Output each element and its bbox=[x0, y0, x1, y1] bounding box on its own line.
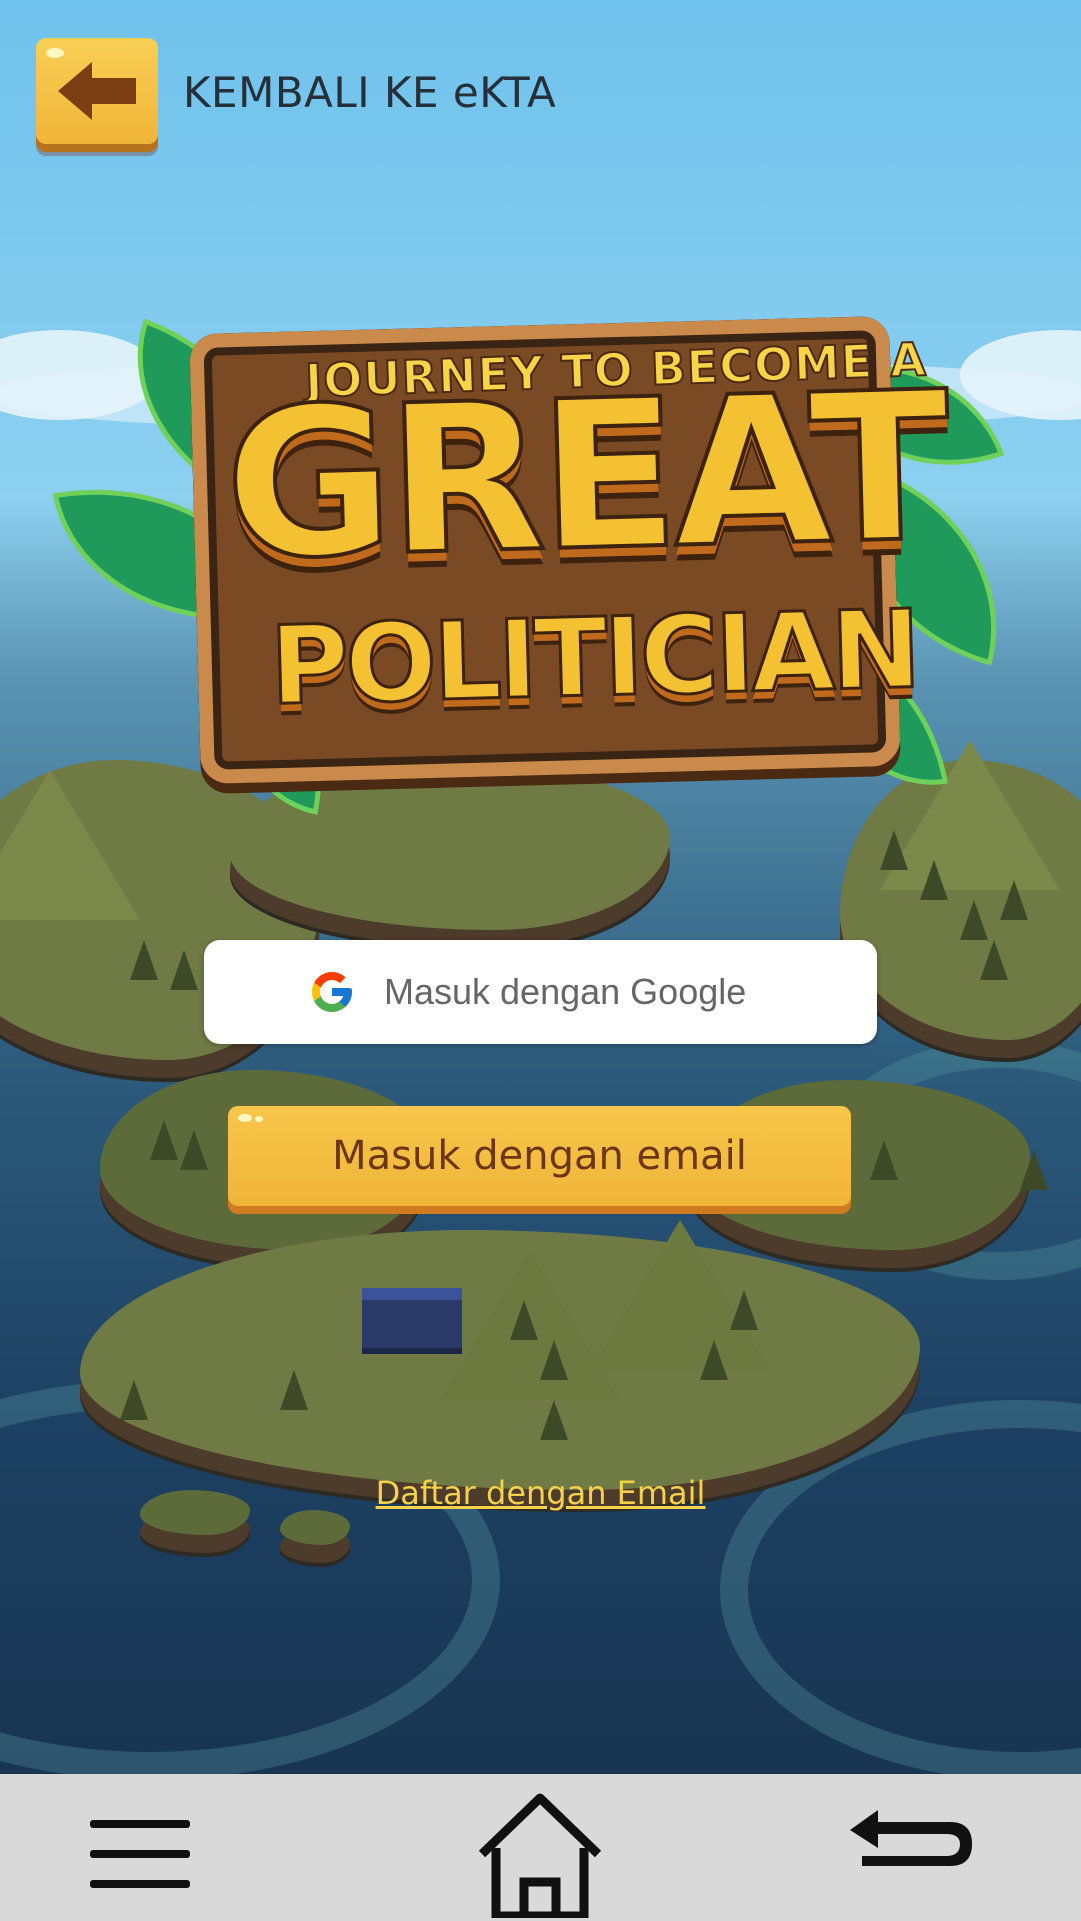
back-to-ekta-button[interactable] bbox=[36, 38, 158, 144]
email-signin-button[interactable]: Masuk dengan email bbox=[228, 1106, 851, 1206]
tree bbox=[120, 1380, 148, 1420]
tree bbox=[150, 1120, 178, 1160]
register-email-link[interactable]: Daftar dengan Email bbox=[0, 1474, 1081, 1512]
tree bbox=[1020, 1150, 1048, 1190]
logo-title-great: GREAT bbox=[220, 347, 949, 608]
island bbox=[280, 1510, 350, 1545]
google-signin-label: Masuk dengan Google bbox=[384, 971, 747, 1012]
tree bbox=[870, 1140, 898, 1180]
system-navigation-bar bbox=[0, 1774, 1081, 1921]
tree bbox=[880, 830, 908, 870]
tree bbox=[280, 1370, 308, 1410]
home-button[interactable] bbox=[460, 1788, 620, 1918]
tree bbox=[980, 940, 1008, 980]
tree bbox=[540, 1400, 568, 1440]
email-signin-label: Masuk dengan email bbox=[332, 1133, 747, 1179]
tree bbox=[920, 860, 948, 900]
tree bbox=[960, 900, 988, 940]
tree bbox=[700, 1340, 728, 1380]
tree bbox=[730, 1290, 758, 1330]
temple-building bbox=[362, 1288, 462, 1348]
tree bbox=[540, 1340, 568, 1380]
google-g-icon bbox=[308, 968, 356, 1021]
tree bbox=[170, 950, 198, 990]
back-title[interactable]: KEMBALI KE eKTA bbox=[183, 68, 556, 117]
game-logo: JOURNEY TO BECOME A GREAT POLITICIAN bbox=[52, 305, 1033, 825]
tree bbox=[510, 1300, 538, 1340]
game-background: KEMBALI KE eKTA JOURNEY TO BECOME A GREA… bbox=[0, 0, 1081, 1774]
tree bbox=[130, 940, 158, 980]
tree bbox=[1000, 880, 1028, 920]
menu-button[interactable] bbox=[60, 1788, 220, 1908]
logo-title-politician: POLITICIAN bbox=[267, 586, 920, 731]
tree bbox=[180, 1130, 208, 1170]
back-button[interactable] bbox=[840, 1788, 1000, 1908]
google-signin-button[interactable]: Masuk dengan Google bbox=[204, 940, 877, 1044]
